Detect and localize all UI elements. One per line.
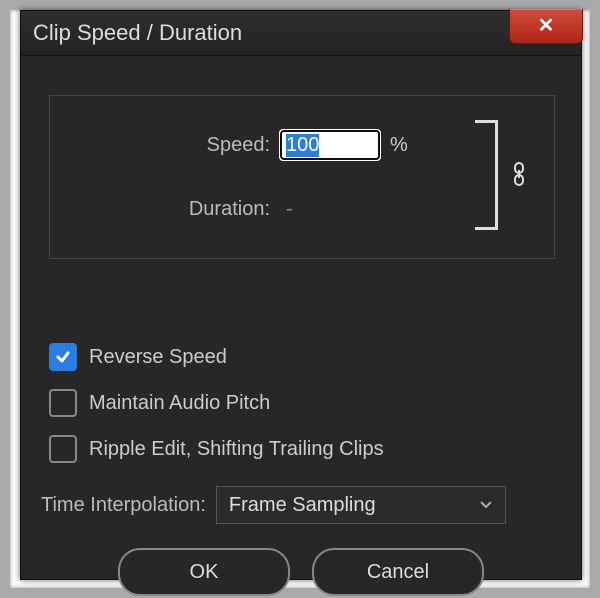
- reverse-speed-label: Reverse Speed: [89, 346, 227, 369]
- titlebar: Clip Speed / Duration: [21, 11, 581, 56]
- time-interpolation-value: Frame Sampling: [229, 494, 376, 517]
- ok-button[interactable]: OK: [118, 548, 290, 596]
- link-bracket-icon: [475, 120, 498, 230]
- time-interpolation-select[interactable]: Frame Sampling: [216, 486, 506, 524]
- ripple-edit-label: Ripple Edit, Shifting Trailing Clips: [89, 438, 384, 461]
- duration-value[interactable]: -: [286, 198, 293, 221]
- ok-button-label: OK: [190, 561, 219, 584]
- reverse-speed-row: Reverse Speed: [21, 334, 581, 380]
- time-interpolation-row: Time Interpolation: Frame Sampling: [21, 486, 581, 524]
- dialog-title: Clip Speed / Duration: [33, 20, 242, 46]
- link-icon[interactable]: [512, 162, 526, 192]
- close-button[interactable]: ✕: [509, 9, 583, 44]
- cancel-button[interactable]: Cancel: [312, 548, 484, 596]
- maintain-pitch-label: Maintain Audio Pitch: [89, 392, 270, 415]
- speed-duration-panel: Speed: % Duration: -: [49, 95, 555, 259]
- ripple-edit-checkbox[interactable]: [49, 435, 77, 463]
- speed-unit: %: [390, 134, 408, 157]
- ripple-edit-row: Ripple Edit, Shifting Trailing Clips: [21, 426, 581, 472]
- cancel-button-label: Cancel: [367, 561, 429, 584]
- duration-label: Duration:: [50, 198, 280, 221]
- maintain-pitch-row: Maintain Audio Pitch: [21, 380, 581, 426]
- time-interpolation-label: Time Interpolation:: [41, 494, 206, 517]
- reverse-speed-checkbox[interactable]: [49, 343, 77, 371]
- speed-label: Speed:: [50, 134, 280, 157]
- maintain-pitch-checkbox[interactable]: [49, 389, 77, 417]
- close-icon: ✕: [538, 16, 555, 36]
- dialog-window: Clip Speed / Duration ✕ Speed: % Duratio…: [20, 10, 582, 580]
- chevron-down-icon: [479, 494, 493, 517]
- speed-input[interactable]: [280, 130, 380, 160]
